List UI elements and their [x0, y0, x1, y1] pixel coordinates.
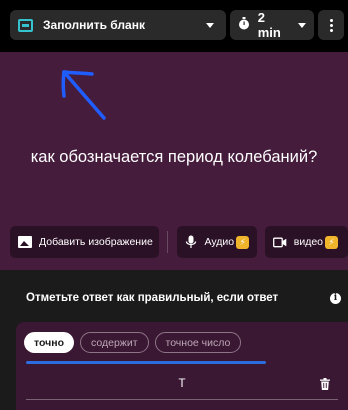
answer-card: точно содержит точное число T — [16, 322, 348, 410]
more-options-button[interactable] — [318, 10, 344, 40]
lightning-icon: ⚡ — [325, 235, 339, 249]
lightning-icon: ⚡ — [236, 235, 250, 249]
answer-value[interactable]: T — [26, 378, 338, 390]
answer-progress-bar — [26, 361, 266, 364]
add-image-label: Добавить изображение — [39, 236, 153, 248]
question-type-dropdown[interactable]: Заполнить бланк — [10, 10, 226, 40]
time-limit-dropdown[interactable]: 2 min — [230, 10, 314, 40]
arrow-sketch-drawing — [61, 70, 106, 120]
question-type-label: Заполнить бланк — [43, 18, 145, 32]
chip-exact-number[interactable]: точное число — [154, 332, 242, 353]
add-video-button[interactable]: видео ⚡ — [264, 226, 348, 258]
more-vertical-icon — [329, 18, 333, 22]
video-camera-icon — [272, 237, 287, 247]
top-toolbar: Заполнить бланк 2 min — [0, 0, 348, 52]
add-audio-button[interactable]: Аудио ⚡ — [177, 226, 257, 258]
video-label: видео — [293, 236, 324, 248]
chip-exact[interactable]: точно — [24, 332, 75, 353]
match-type-chips: точно содержит точное число — [24, 332, 242, 353]
divider — [166, 231, 168, 253]
image-icon — [18, 236, 32, 248]
question-text[interactable]: как обозначается период колебаний? — [0, 148, 348, 167]
add-image-button[interactable]: Добавить изображение — [10, 226, 159, 258]
time-limit-label: 2 min — [257, 10, 281, 40]
audio-label: Аудио — [204, 236, 235, 248]
info-icon[interactable]: i — [330, 293, 341, 304]
answer-input[interactable]: T — [26, 372, 338, 400]
answer-rule-title: Отметьте ответ как правильный, если отве… — [26, 292, 279, 304]
trash-icon[interactable] — [320, 378, 330, 390]
media-toolbar: Добавить изображение Аудио ⚡ видео ⚡ — [10, 226, 348, 258]
question-editor[interactable]: как обозначается период колебаний? Добав… — [0, 52, 348, 270]
chip-contains[interactable]: содержит — [80, 332, 149, 353]
fill-blank-icon — [18, 18, 33, 32]
chevron-down-icon — [206, 23, 214, 28]
chevron-down-icon — [298, 22, 306, 28]
stopwatch-icon — [238, 17, 252, 33]
microphone-icon — [186, 235, 197, 248]
